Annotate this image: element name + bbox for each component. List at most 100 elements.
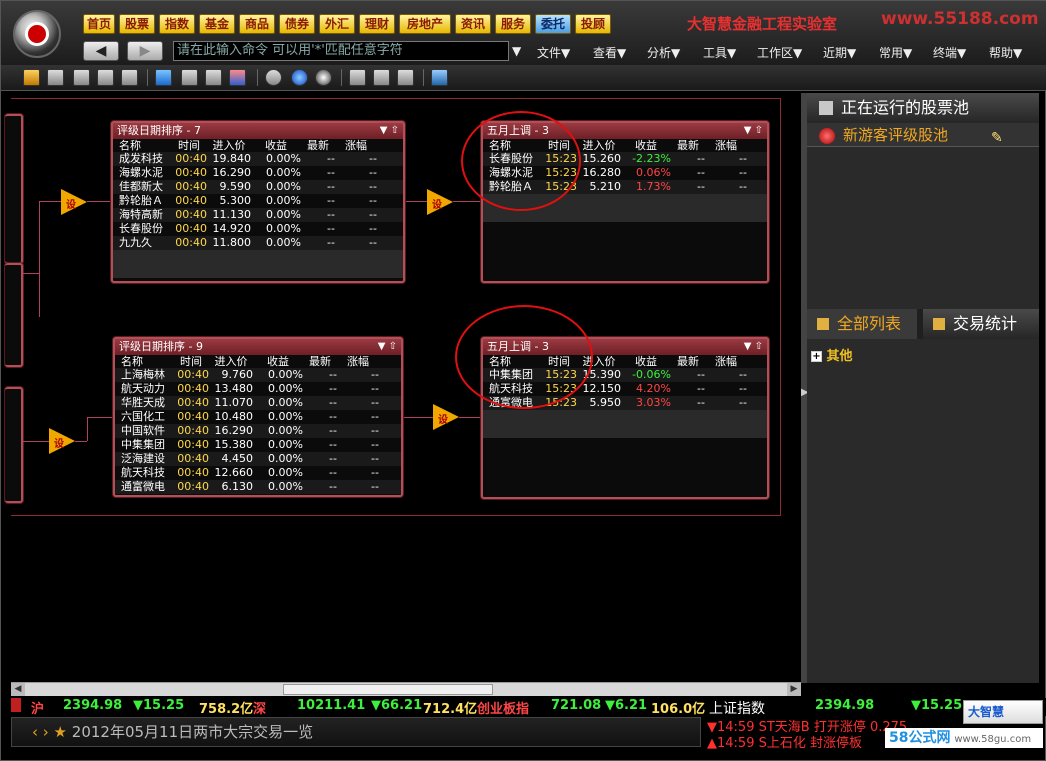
stock-row[interactable]: 六国化工 00:40 10.480 0.00% -- -- bbox=[115, 410, 401, 424]
empty-row[interactable] bbox=[483, 410, 767, 424]
news-headline[interactable]: 2012年05月11日两市大宗交易一览 bbox=[72, 723, 313, 741]
menu-analysis[interactable]: 分析▼ bbox=[647, 44, 680, 61]
alert-line-2[interactable]: ▲14:59 S上石化 封涨停板 bbox=[707, 732, 887, 751]
stock-row[interactable]: 长春股份 00:40 14.920 0.00% -- -- bbox=[113, 222, 403, 236]
column-header[interactable]: 进入价 bbox=[577, 139, 621, 152]
nav-realestate-button[interactable]: 房地产 bbox=[399, 14, 451, 34]
filter-node-2[interactable]: 设 bbox=[427, 189, 453, 215]
dzh-logo[interactable]: 大智慧 bbox=[963, 700, 1043, 724]
stock-row[interactable]: 中集集团 00:40 15.380 0.00% -- -- bbox=[115, 438, 401, 452]
column-header[interactable]: 收益 bbox=[621, 355, 671, 368]
nav-forex-button[interactable]: 外汇 bbox=[319, 14, 355, 34]
pool-panel-rating-top[interactable]: 评级日期排序 - 7 ▼ ⇧ 名称 时间 进入价 收益 最新 涨幅 成发科技 00:40 19.84… bbox=[111, 121, 405, 283]
stock-row[interactable]: 上海梅林 00:40 9.760 0.00% -- -- bbox=[115, 368, 401, 382]
stock-row[interactable]: 泛海建设 00:40 4.450 0.00% -- -- bbox=[115, 452, 401, 466]
upstream-node-middle[interactable] bbox=[5, 263, 23, 367]
stop-icon[interactable] bbox=[315, 69, 332, 86]
nav-news-button[interactable]: 资讯 bbox=[455, 14, 491, 34]
fullscreen-icon[interactable] bbox=[431, 69, 448, 86]
command-input[interactable]: 请在此输入命令 可以用'*'匹配任意字符 bbox=[173, 41, 509, 61]
stock-row[interactable]: 成发科技 00:40 19.840 0.00% -- -- bbox=[113, 152, 403, 166]
nav-home-button[interactable]: 首页 bbox=[83, 14, 115, 34]
color-bars-icon[interactable] bbox=[229, 69, 246, 86]
panel-menu-icon[interactable]: ▼ ⇧ bbox=[744, 123, 763, 139]
column-header[interactable]: 最新 bbox=[671, 355, 705, 368]
stock-row[interactable]: 华胜天成 00:40 11.070 0.00% -- -- bbox=[115, 396, 401, 410]
nav-finance-button[interactable]: 理财 bbox=[359, 14, 395, 34]
column-header[interactable]: 涨幅 bbox=[705, 139, 747, 152]
command-dropdown-icon[interactable]: ▼ bbox=[512, 44, 521, 58]
panel-menu-icon[interactable]: ▼ ⇧ bbox=[380, 123, 399, 139]
align-bars-icon[interactable] bbox=[205, 69, 222, 86]
column-header[interactable]: 收益 bbox=[251, 139, 301, 152]
nav-advisor-button[interactable]: 投顾 bbox=[575, 14, 611, 34]
nav-index-button[interactable]: 指数 bbox=[159, 14, 195, 34]
stock-row[interactable]: 九九久 00:40 11.800 0.00% -- -- bbox=[113, 236, 403, 250]
window-icon[interactable] bbox=[121, 69, 138, 86]
forward-arrow-icon[interactable]: ▶ bbox=[127, 41, 163, 61]
new-icon[interactable] bbox=[23, 69, 40, 86]
column-header[interactable]: 最新 bbox=[671, 139, 705, 152]
nav-commodity-button[interactable]: 商品 bbox=[239, 14, 275, 34]
tree-node-other[interactable]: + 其他 bbox=[811, 345, 853, 364]
column-header[interactable]: 进入价 bbox=[209, 355, 253, 368]
scroll-right-icon[interactable]: ▶ bbox=[787, 683, 801, 696]
stock-row[interactable]: 航天动力 00:40 13.480 0.00% -- -- bbox=[115, 382, 401, 396]
stock-row[interactable]: 航天科技 00:40 12.660 0.00% -- -- bbox=[115, 466, 401, 480]
menu-recent[interactable]: 近期▼ bbox=[823, 44, 856, 61]
stock-row[interactable]: 黔轮胎Ａ 00:40 5.300 0.00% -- -- bbox=[113, 194, 403, 208]
column-header[interactable]: 涨幅 bbox=[337, 355, 379, 368]
panel-title-bar[interactable]: 评级日期排序 - 9 ▼ ⇧ bbox=[115, 339, 401, 355]
column-header[interactable]: 名称 bbox=[115, 355, 173, 368]
empty-row[interactable] bbox=[113, 250, 403, 264]
tab-trade-stats[interactable]: 交易统计 bbox=[923, 309, 1039, 339]
zoom-icon[interactable] bbox=[373, 69, 390, 86]
align-left-icon[interactable] bbox=[181, 69, 198, 86]
pause-icon[interactable] bbox=[291, 69, 308, 86]
column-header[interactable]: 收益 bbox=[253, 355, 303, 368]
stock-row[interactable]: 通富微电 00:40 6.130 0.00% -- -- bbox=[115, 480, 401, 494]
nav-stock-button[interactable]: 股票 bbox=[119, 14, 155, 34]
column-header[interactable]: 最新 bbox=[301, 139, 335, 152]
scroll-thumb[interactable] bbox=[283, 684, 493, 695]
filter-node-4[interactable]: 设 bbox=[433, 404, 459, 430]
scroll-left-icon[interactable]: ◀ bbox=[11, 683, 25, 696]
menu-terminal[interactable]: 终端▼ bbox=[933, 44, 966, 61]
star-icon[interactable]: ★ bbox=[54, 723, 67, 741]
panel-menu-icon[interactable]: ▼ ⇧ bbox=[378, 339, 397, 355]
column-header[interactable]: 进入价 bbox=[207, 139, 251, 152]
app-logo-icon[interactable] bbox=[13, 10, 61, 58]
tab-all-list[interactable]: 全部列表 bbox=[807, 309, 917, 339]
list-icon[interactable] bbox=[397, 69, 414, 86]
news-nav-arrows-icon[interactable]: ‹ › bbox=[32, 723, 54, 741]
layout-icon[interactable] bbox=[155, 69, 172, 86]
open-icon[interactable] bbox=[47, 69, 64, 86]
column-header[interactable]: 名称 bbox=[113, 139, 171, 152]
nav-trade-button[interactable]: 委托 bbox=[535, 14, 571, 34]
filter-node-3[interactable]: 设 bbox=[49, 428, 75, 454]
nav-fund-button[interactable]: 基金 bbox=[199, 14, 235, 34]
stock-row[interactable]: 海特高新 00:40 11.130 0.00% -- -- bbox=[113, 208, 403, 222]
column-header[interactable]: 时间 bbox=[173, 355, 209, 368]
menu-file[interactable]: 文件▼ bbox=[537, 44, 570, 61]
menu-tools[interactable]: 工具▼ bbox=[703, 44, 736, 61]
column-header[interactable]: 时间 bbox=[171, 139, 207, 152]
back-arrow-icon[interactable]: ◀ bbox=[83, 41, 119, 61]
news-ticker[interactable]: ‹ › ★ 2012年05月11日两市大宗交易一览 bbox=[11, 717, 701, 747]
stock-row[interactable]: 中国软件 00:40 16.290 0.00% -- -- bbox=[115, 424, 401, 438]
upstream-node-bottom[interactable] bbox=[5, 387, 23, 503]
filter-node-1[interactable]: 设 bbox=[61, 189, 87, 215]
nav-bond-button[interactable]: 债券 bbox=[279, 14, 315, 34]
stock-row[interactable]: 佳都新太 00:40 9.590 0.00% -- -- bbox=[113, 180, 403, 194]
export-icon[interactable] bbox=[97, 69, 114, 86]
pool-panel-rating-bottom[interactable]: 评级日期排序 - 9 ▼ ⇧ 名称 时间 进入价 收益 最新 涨幅 上海梅林 00:40 9.760… bbox=[113, 337, 403, 497]
expand-icon[interactable]: + bbox=[811, 351, 822, 362]
empty-row[interactable] bbox=[483, 424, 767, 438]
step-icon[interactable] bbox=[265, 69, 282, 86]
panel-title-bar[interactable]: 评级日期排序 - 7 ▼ ⇧ bbox=[113, 123, 403, 139]
empty-row[interactable] bbox=[113, 264, 403, 278]
search-icon[interactable] bbox=[349, 69, 366, 86]
pool-list-item[interactable]: 新游客评级股池 ✎ bbox=[807, 123, 1039, 147]
column-header[interactable]: 最新 bbox=[303, 355, 337, 368]
menu-workspace[interactable]: 工作区▼ bbox=[757, 44, 802, 61]
